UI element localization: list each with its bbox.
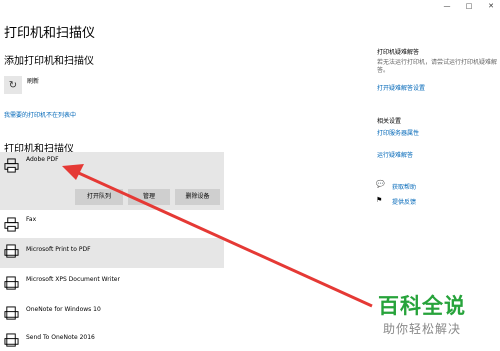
watermark-logo: 百科全说 xyxy=(378,294,466,318)
watermark-subtitle: 助你轻松解决 xyxy=(383,322,462,336)
